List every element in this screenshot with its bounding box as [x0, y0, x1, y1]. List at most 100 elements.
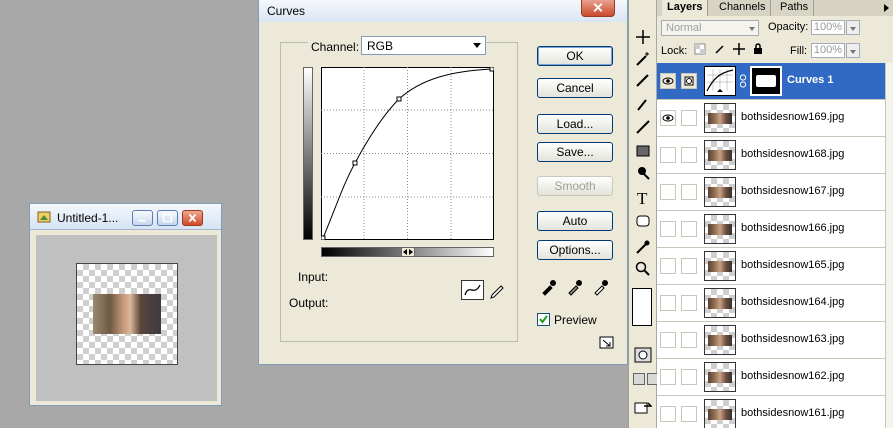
curve-point[interactable] [321, 235, 326, 240]
layers-scrollbar[interactable] [885, 63, 893, 428]
cancel-button[interactable]: Cancel [537, 78, 613, 98]
layer-row-curves-1[interactable]: Curves 1 [657, 63, 893, 100]
curves-close-button[interactable] [581, 0, 615, 17]
history-brush-icon[interactable] [634, 118, 652, 136]
channel-select[interactable]: RGB [361, 36, 486, 55]
layer-name[interactable]: bothsidesnow169.jpg [741, 111, 844, 123]
layer-visibility-toggle[interactable] [660, 221, 676, 237]
layer-row[interactable]: bothsidesnow169.jpg [657, 100, 893, 137]
fill-field[interactable]: 100% [811, 43, 845, 58]
black-eyedropper-icon[interactable] [540, 278, 558, 296]
white-eyedropper-icon[interactable] [592, 278, 610, 296]
curve-point[interactable] [489, 67, 494, 72]
move-tool-icon[interactable] [634, 28, 652, 46]
layer-mask-thumbnail[interactable] [750, 66, 782, 96]
foreground-color-swatch[interactable] [632, 288, 652, 326]
document-canvas[interactable] [76, 263, 178, 365]
options-button[interactable]: Options... [537, 240, 613, 260]
gray-eyedropper-icon[interactable] [566, 278, 584, 296]
maximize-button[interactable] [157, 210, 178, 226]
layer-link-toggle[interactable] [681, 110, 697, 126]
layer-row[interactable]: bothsidesnow163.jpg [657, 322, 893, 359]
type-tool-icon[interactable]: T [634, 188, 652, 206]
blend-mode-select[interactable]: Normal [661, 20, 759, 36]
brush-tool-icon[interactable] [634, 96, 652, 114]
fill-slider-button[interactable] [846, 43, 860, 58]
eyedropper-tool-icon[interactable] [634, 238, 652, 256]
layer-link-toggle[interactable] [681, 184, 697, 200]
layer-visibility-toggle[interactable] [660, 332, 676, 348]
layer-link-toggle[interactable] [681, 332, 697, 348]
tab-layers[interactable]: Layers [662, 0, 709, 16]
layer-thumbnail[interactable] [704, 140, 736, 170]
opacity-field[interactable]: 100% [811, 20, 845, 35]
layer-thumbnail[interactable] [704, 251, 736, 281]
screen-mode-standard-button[interactable] [633, 373, 645, 385]
quick-mask-icon[interactable] [634, 346, 652, 364]
layer-row[interactable]: bothsidesnow167.jpg [657, 174, 893, 211]
layer-row[interactable]: bothsidesnow164.jpg [657, 285, 893, 322]
curve-point[interactable] [396, 96, 402, 102]
layer-thumbnail[interactable] [704, 288, 736, 318]
curves-titlebar[interactable]: Curves [259, 0, 627, 22]
curve-point[interactable] [352, 160, 358, 166]
opacity-slider-button[interactable] [846, 20, 860, 35]
lock-all-icon[interactable] [752, 43, 764, 55]
layer-visibility-toggle[interactable] [660, 110, 676, 126]
shape-tool-icon[interactable] [634, 212, 652, 230]
layer-row[interactable]: bothsidesnow162.jpg [657, 359, 893, 396]
layer-link-toggle[interactable] [681, 369, 697, 385]
curves-dialog[interactable]: Curves Channel: RGB Input: Output: OK Ca… [258, 0, 628, 365]
layer-name[interactable]: bothsidesnow165.jpg [741, 259, 844, 271]
layer-name[interactable]: bothsidesnow167.jpg [741, 185, 844, 197]
curve-graph[interactable] [321, 67, 494, 240]
document-titlebar[interactable]: Untitled-1... [30, 204, 221, 230]
panel-menu-icon[interactable] [884, 4, 889, 12]
chain-link-icon[interactable] [739, 74, 747, 88]
layer-visibility-toggle[interactable] [660, 147, 676, 163]
curves-adjustment-thumbnail[interactable] [704, 66, 736, 96]
layer-thumbnail[interactable] [704, 103, 736, 133]
layer-name[interactable]: bothsidesnow166.jpg [741, 222, 844, 234]
preview-checkbox[interactable] [537, 313, 550, 326]
layer-link-toggle[interactable] [681, 73, 697, 89]
layer-thumbnail[interactable] [704, 177, 736, 207]
layer-link-toggle[interactable] [681, 221, 697, 237]
layer-row[interactable]: bothsidesnow168.jpg [657, 137, 893, 174]
load-button[interactable]: Load... [537, 114, 613, 134]
save-button[interactable]: Save... [537, 142, 613, 162]
layer-link-toggle[interactable] [681, 258, 697, 274]
layer-visibility-toggle[interactable] [660, 184, 676, 200]
minimize-button[interactable] [132, 210, 153, 226]
document-canvas-area[interactable] [36, 235, 217, 401]
smooth-button[interactable]: Smooth [537, 176, 613, 196]
layer-thumbnail[interactable] [704, 362, 736, 392]
layer-thumbnail[interactable] [704, 214, 736, 244]
magic-wand-icon[interactable] [634, 50, 652, 68]
tab-paths[interactable]: Paths [775, 0, 815, 16]
dodge-tool-icon[interactable] [634, 164, 652, 182]
layer-name[interactable]: bothsidesnow163.jpg [741, 333, 844, 345]
gradient-toggle-button[interactable] [401, 247, 415, 257]
ok-button[interactable]: OK [537, 46, 613, 66]
document-window[interactable]: Untitled-1... [29, 203, 222, 406]
layer-row[interactable]: bothsidesnow166.jpg [657, 211, 893, 248]
layer-visibility-toggle[interactable] [660, 295, 676, 311]
layer-thumbnail[interactable] [704, 399, 736, 428]
curve-tool-button[interactable] [461, 280, 484, 300]
layer-link-toggle[interactable] [681, 295, 697, 311]
layer-link-toggle[interactable] [681, 147, 697, 163]
lock-pixels-icon[interactable] [714, 43, 726, 55]
layer-name[interactable]: bothsidesnow162.jpg [741, 370, 844, 382]
layer-thumbnail[interactable] [704, 325, 736, 355]
close-button[interactable] [182, 210, 203, 226]
layer-visibility-toggle[interactable] [660, 73, 676, 89]
layer-name[interactable]: bothsidesnow164.jpg [741, 296, 844, 308]
pencil-tool-icon[interactable] [488, 281, 506, 299]
lock-transparency-icon[interactable] [694, 43, 706, 55]
slice-tool-icon[interactable] [634, 72, 652, 90]
gradient-tool-icon[interactable] [634, 142, 652, 160]
jump-to-imageready-icon[interactable] [634, 398, 652, 416]
tab-channels[interactable]: Channels [714, 0, 772, 16]
lock-position-icon[interactable] [733, 43, 745, 55]
